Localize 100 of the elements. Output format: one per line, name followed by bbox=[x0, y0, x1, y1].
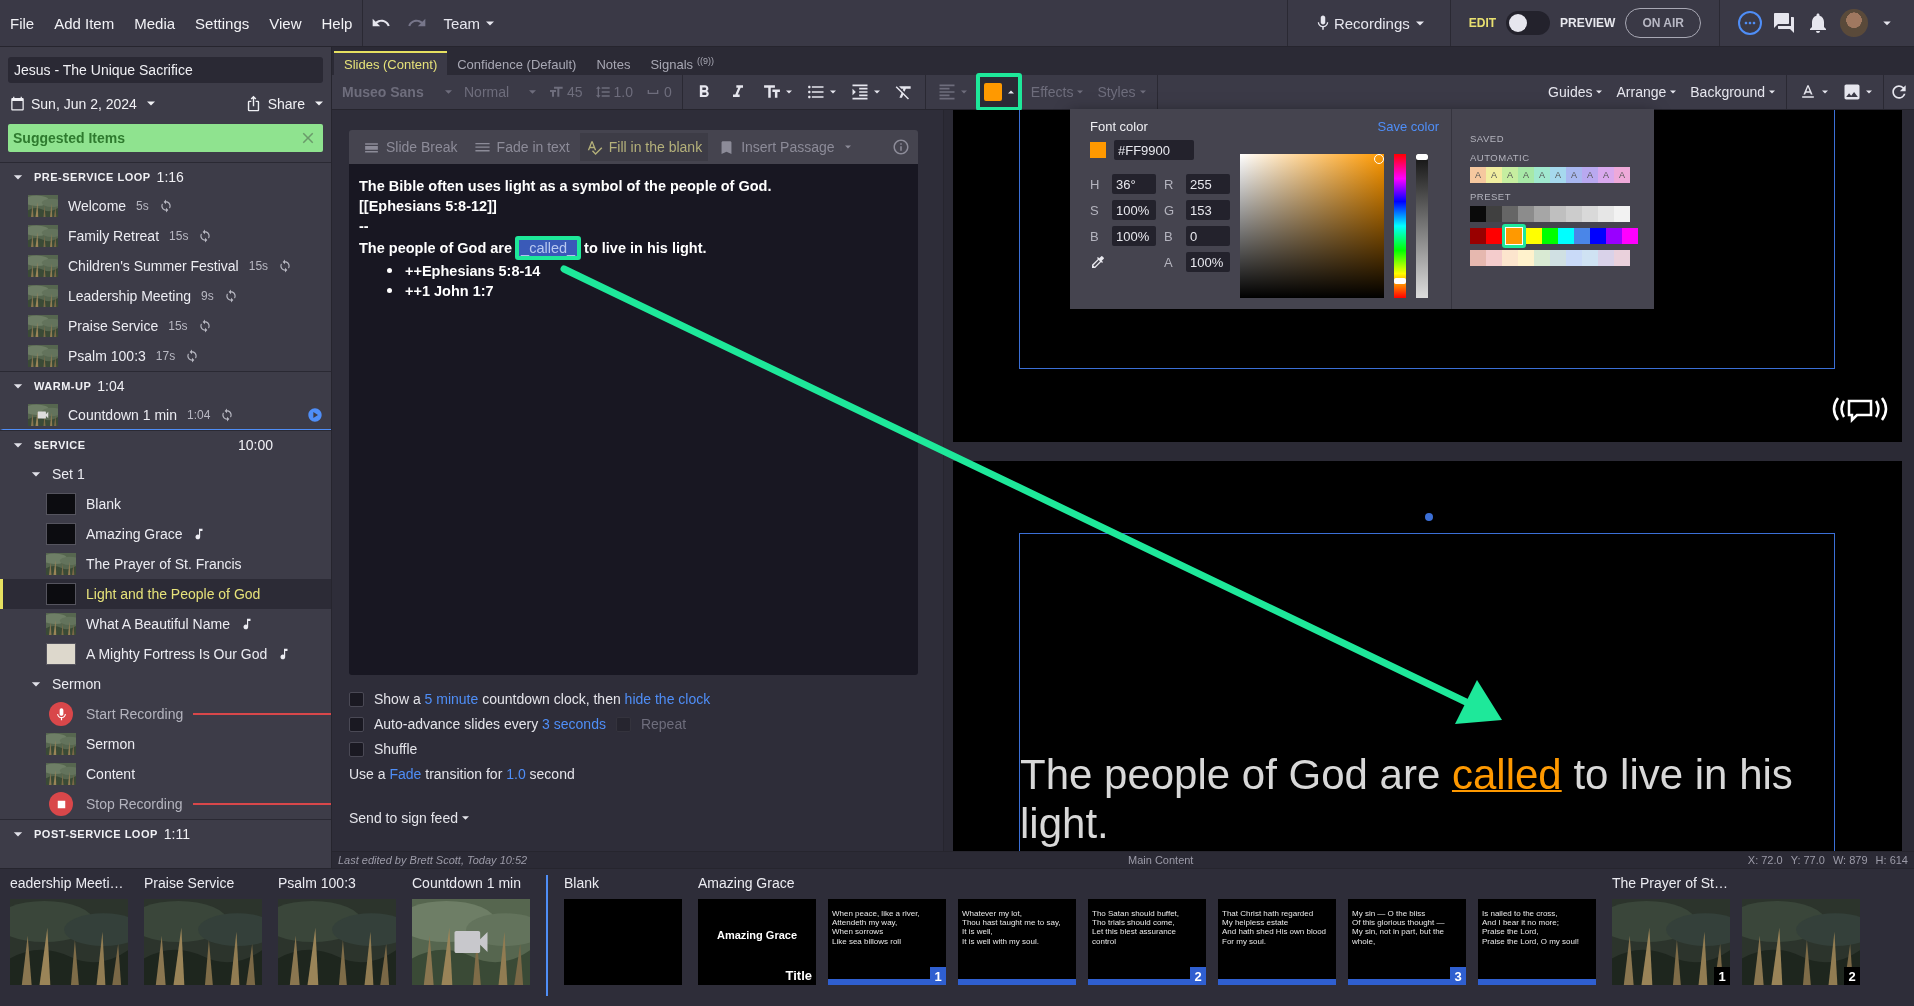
color-swatch[interactable]: A bbox=[1502, 167, 1518, 183]
color-swatch[interactable]: A bbox=[1486, 167, 1502, 183]
color-swatch[interactable] bbox=[1598, 250, 1614, 266]
color-swatch[interactable] bbox=[1582, 250, 1598, 266]
plan-item[interactable]: Welcome 5s bbox=[0, 191, 331, 221]
checkbox[interactable] bbox=[349, 691, 364, 707]
color-swatch[interactable] bbox=[1486, 250, 1502, 266]
plan-item[interactable]: Praise Service 15s bbox=[0, 311, 331, 341]
plan-item[interactable]: Start Recording bbox=[0, 699, 331, 729]
tab[interactable]: Signals ((9)) bbox=[640, 51, 725, 75]
color-swatch[interactable] bbox=[1614, 206, 1630, 222]
color-field[interactable]: 36° bbox=[1112, 174, 1156, 194]
color-swatch[interactable] bbox=[1542, 228, 1558, 244]
plan-item[interactable]: Blank bbox=[0, 489, 331, 519]
plan-item[interactable]: The Prayer of St. Francis bbox=[0, 549, 331, 579]
date-dropdown[interactable]: Sun, Jun 2, 2024 bbox=[10, 95, 155, 112]
menu-item[interactable]: Settings bbox=[185, 0, 260, 46]
more-icon[interactable] bbox=[1738, 11, 1762, 35]
color-swatch[interactable] bbox=[1534, 250, 1550, 266]
menu-item[interactable]: View bbox=[259, 0, 312, 46]
checkbox[interactable] bbox=[349, 716, 364, 732]
color-swatch[interactable] bbox=[1518, 250, 1534, 266]
color-field[interactable]: 100% bbox=[1186, 252, 1230, 272]
slide-thumbnail[interactable]: When peace, like a river, Attendeth my way, When sorrows Like sea billows roll 1 bbox=[828, 899, 946, 985]
color-swatch[interactable] bbox=[1526, 228, 1542, 244]
link[interactable]: hide the clock bbox=[624, 691, 711, 707]
color-swatch[interactable] bbox=[1598, 206, 1614, 222]
color-swatch[interactable] bbox=[1550, 206, 1566, 222]
color-swatch[interactable]: A bbox=[1470, 167, 1486, 183]
slide-thumbnail[interactable]: Amazing Grace Title bbox=[698, 899, 816, 985]
menu-dropdown[interactable]: Guides bbox=[1543, 78, 1608, 106]
link[interactable]: Fade bbox=[389, 766, 422, 782]
color-swatch[interactable] bbox=[1574, 228, 1590, 244]
avatar[interactable] bbox=[1840, 9, 1868, 37]
plan-item[interactable]: A Mighty Fortress Is Our God bbox=[0, 639, 331, 669]
color-field[interactable]: 0 bbox=[1186, 226, 1230, 246]
color-swatch[interactable]: A bbox=[1598, 167, 1614, 183]
menu-item[interactable]: Add Item bbox=[44, 0, 125, 46]
color-swatch[interactable] bbox=[1486, 228, 1502, 244]
color-swatch[interactable]: A bbox=[1566, 167, 1582, 183]
share-button[interactable]: Share bbox=[244, 95, 323, 112]
plan-item[interactable]: What A Beautiful Name bbox=[0, 609, 331, 639]
tab[interactable]: Confidence (Default) bbox=[447, 51, 587, 75]
alpha-slider[interactable] bbox=[1416, 154, 1428, 298]
slide-thumbnail[interactable]: Is nailed to the cross, And I bear it no more; Praise the Lord, Praise the Lord, O my soul! bbox=[1478, 899, 1596, 985]
plan-item[interactable]: Content bbox=[0, 759, 331, 789]
link[interactable]: 3 seconds bbox=[542, 716, 606, 732]
slider-thumb[interactable] bbox=[1394, 278, 1406, 285]
link[interactable]: 5 minute bbox=[424, 691, 479, 707]
slide-thumbnail[interactable]: That Christ hath regarded My helpless estate And hath shed His own blood For my soul. bbox=[1218, 899, 1336, 985]
color-swatch[interactable]: A bbox=[1534, 167, 1550, 183]
slide-thumbnail[interactable] bbox=[564, 899, 682, 985]
tab[interactable]: Notes bbox=[586, 51, 641, 75]
checkbox[interactable] bbox=[349, 741, 364, 757]
sign-feed-dropdown[interactable]: Send to sign feed bbox=[349, 810, 469, 826]
chat-icon[interactable] bbox=[1772, 11, 1796, 35]
plan-item[interactable]: Children's Summer Festival 15s bbox=[0, 251, 331, 281]
color-swatch[interactable] bbox=[1518, 206, 1534, 222]
plan-item[interactable]: Amazing Grace bbox=[0, 519, 331, 549]
eyedropper-icon[interactable] bbox=[1090, 254, 1106, 270]
link[interactable]: 1.0 bbox=[506, 766, 526, 782]
color-swatch[interactable] bbox=[1622, 228, 1638, 244]
color-field[interactable]: 153 bbox=[1186, 200, 1230, 220]
color-swatch[interactable] bbox=[1534, 206, 1550, 222]
plan-title-field[interactable]: Jesus - The Unique Sacrifice bbox=[8, 57, 323, 83]
color-swatch[interactable]: A bbox=[1614, 167, 1630, 183]
slider-thumb[interactable] bbox=[1416, 154, 1428, 160]
plan-item[interactable]: Sermon bbox=[0, 729, 331, 759]
color-swatch[interactable] bbox=[1606, 228, 1622, 244]
slide-thumbnail[interactable]: Tho Satan should buffet, Tho trials should come, Let this blest assurance control 2 bbox=[1088, 899, 1206, 985]
slide-thumbnail[interactable]: Whatever my lot, Thou hast taught me to say, It is well, It is well with my soul. bbox=[958, 899, 1076, 985]
plan-item[interactable]: Countdown 1 min 1:04 bbox=[0, 400, 331, 430]
menu-dropdown[interactable]: Arrange bbox=[1611, 78, 1682, 106]
color-swatch[interactable] bbox=[1502, 206, 1518, 222]
mode-toggle[interactable] bbox=[1506, 11, 1551, 35]
color-swatch[interactable] bbox=[1550, 250, 1566, 266]
recordings-dropdown[interactable]: Recordings bbox=[1305, 14, 1432, 32]
color-swatch[interactable] bbox=[1486, 206, 1502, 222]
plan-item[interactable]: Light and the People of God bbox=[0, 579, 331, 609]
slide-thumbnail[interactable]: My sin — O the bliss Of this glorious thought — My sin, not in part, but the whole, 3 bbox=[1348, 899, 1466, 985]
color-gradient[interactable] bbox=[1240, 154, 1384, 298]
plan-item[interactable]: Psalm 100:3 17s bbox=[0, 341, 331, 371]
color-swatch[interactable]: A bbox=[1582, 167, 1598, 183]
menu-item[interactable]: Media bbox=[124, 0, 186, 46]
hex-field[interactable]: #FF9900 bbox=[1114, 140, 1194, 160]
color-swatch[interactable] bbox=[1470, 206, 1486, 222]
color-field[interactable]: 255 bbox=[1186, 174, 1230, 194]
tab[interactable]: Slides (Content) bbox=[334, 51, 448, 75]
menu-dropdown[interactable]: Background bbox=[1685, 78, 1780, 106]
menu-item[interactable]: File bbox=[0, 0, 45, 46]
color-swatch[interactable]: A bbox=[1518, 167, 1534, 183]
color-swatch[interactable] bbox=[1566, 206, 1582, 222]
editor-tool[interactable]: Fill in the blank bbox=[579, 133, 709, 161]
color-swatch[interactable] bbox=[1614, 250, 1630, 266]
color-field[interactable]: 100% bbox=[1112, 226, 1156, 246]
color-swatch[interactable] bbox=[1590, 228, 1606, 244]
color-swatch[interactable] bbox=[1470, 228, 1486, 244]
plan-item[interactable]: Leadership Meeting 9s bbox=[0, 281, 331, 311]
hue-slider[interactable] bbox=[1394, 154, 1406, 298]
color-swatch[interactable] bbox=[1470, 250, 1486, 266]
